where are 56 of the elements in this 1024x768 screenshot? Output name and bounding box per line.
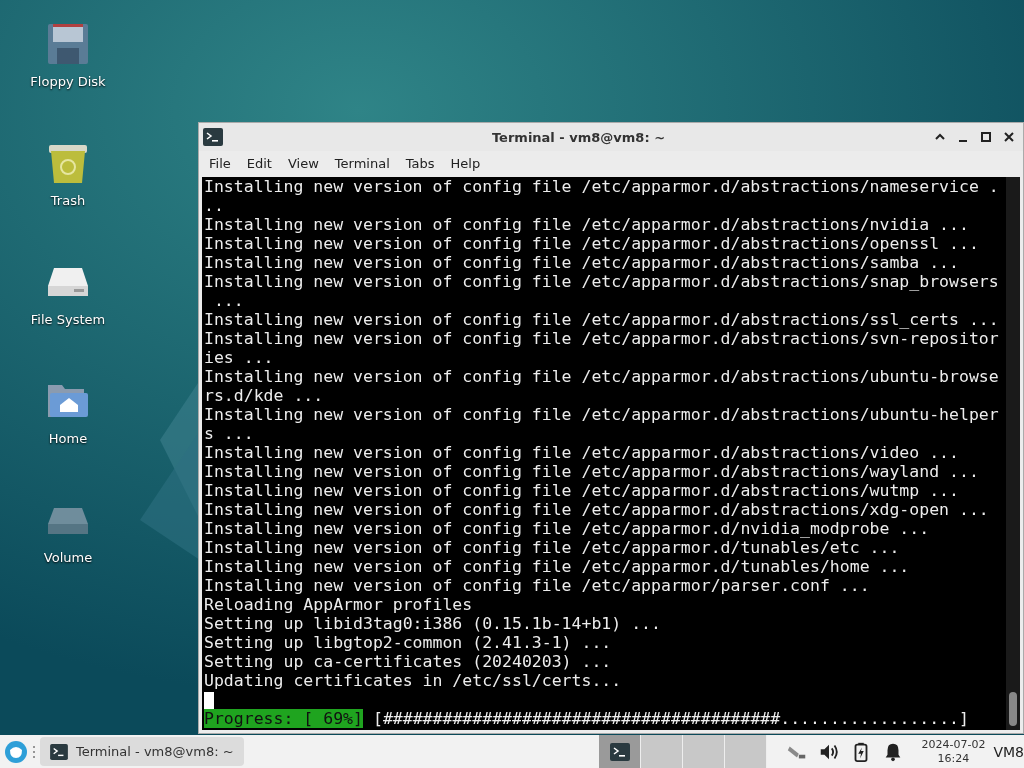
desktop-icon-label[interactable]: Floppy Disk xyxy=(30,74,106,89)
text-cursor xyxy=(204,692,214,709)
menu-item[interactable]: Edit xyxy=(238,155,280,171)
user-name[interactable]: VM8 xyxy=(993,743,1024,760)
window-title: Terminal - vm8@vm8: ~ xyxy=(490,129,667,145)
terminal-line: Installing new version of config file /etc/apparmor.d/nvidia_modprobe ... xyxy=(204,519,931,538)
desktop-icon-label[interactable]: Volume xyxy=(43,550,93,565)
menu-item[interactable]: Terminal xyxy=(326,155,398,171)
terminal-line: Installing new version of config file /etc/apparmor.d/abstractions/svn-repositor xyxy=(204,329,1000,348)
terminal-line: Installing new version of config file /etc/apparmor.d/abstractions/ssl_certs ... xyxy=(204,310,1000,329)
terminal-line: Installing new version of config file /etc/apparmor.d/abstractions/wutmp ... xyxy=(204,481,960,500)
terminal-line: Installing new version of config file /etc/apparmor.d/abstractions/ubuntu-helper xyxy=(204,405,1000,424)
desktop-icon-label[interactable]: Home xyxy=(48,431,88,446)
terminal-line: Installing new version of config file /etc/apparmor/parser.conf ... xyxy=(204,576,871,595)
terminal-line: rs.d/kde ... xyxy=(204,386,325,405)
terminal-icon xyxy=(203,128,223,146)
clock-time[interactable]: 16:24 xyxy=(937,751,970,766)
terminal-line: .. xyxy=(204,196,225,215)
clock-date[interactable]: 2024-07-02 xyxy=(921,737,986,752)
terminal-line: Installing new version of config file /etc/apparmor.d/abstractions/video ... xyxy=(204,443,960,462)
terminal-line: Installing new version of config file /etc/apparmor.d/abstractions/nvidia ... xyxy=(204,215,970,234)
workspace-button[interactable] xyxy=(599,735,642,768)
terminal-line: Installing new version of config file /etc/apparmor.d/abstractions/wayland ... xyxy=(204,462,980,481)
terminal-line: ies ... xyxy=(204,348,275,367)
maximize-button[interactable] xyxy=(980,131,992,143)
terminal-icon xyxy=(610,742,630,761)
terminal-line: Updating certificates in /etc/ssl/certs... xyxy=(204,671,623,690)
menu-item[interactable]: Help xyxy=(442,155,489,171)
terminal-line: Setting up libid3tag0:i386 (0.15.1b-14+b1) ... xyxy=(204,614,662,633)
terminal-line: Installing new version of config file /etc/apparmor.d/abstractions/snap_browsers xyxy=(204,272,1000,291)
terminal-line: Installing new version of config file /etc/apparmor.d/abstractions/samba ... xyxy=(204,253,960,272)
terminal-line: Installing new version of config file /etc/apparmor.d/tunables/etc ... xyxy=(204,538,901,557)
desktop-icon-label[interactable]: File System xyxy=(30,312,106,327)
terminal-line: Setting up libgtop2-common (2.41.3-1) ... xyxy=(204,633,613,652)
app-menu-icon[interactable] xyxy=(4,739,28,764)
close-button[interactable] xyxy=(1003,131,1015,143)
menu-item[interactable]: File xyxy=(201,155,239,171)
scrollbar[interactable] xyxy=(1006,177,1020,730)
taskbar-window-button[interactable]: Terminal - vm8@vm8: ~ xyxy=(40,737,244,766)
terminal-line: Installing new version of config file /etc/apparmor.d/abstractions/ubuntu-browse xyxy=(204,367,1000,386)
drag-handle[interactable] xyxy=(32,744,36,759)
terminal-line: Installing new version of config file /etc/apparmor.d/tunables/home ... xyxy=(204,557,911,576)
terminal-line: Installing new version of config file /etc/apparmor.d/abstractions/openssl ... xyxy=(204,234,980,253)
terminal-line: Installing new version of config file /etc/apparmor.d/abstractions/nameservice . xyxy=(204,177,1000,196)
progress-bar-text: [########################################..................] xyxy=(372,709,969,728)
desktop-icon-label[interactable]: Trash xyxy=(50,193,86,208)
scrollbar-thumb[interactable] xyxy=(1009,692,1017,726)
progress-label: Progress: [ 69%] xyxy=(204,709,363,728)
terminal-icon xyxy=(50,743,68,760)
terminal-line: Installing new version of config file /etc/apparmor.d/abstractions/xdg-open ... xyxy=(204,500,990,519)
menu-item[interactable]: Tabs xyxy=(397,155,443,171)
terminal-line: Setting up ca-certificates (20240203) ... xyxy=(204,652,613,671)
terminal-line: s ... xyxy=(204,424,255,443)
menu-item[interactable]: View xyxy=(279,155,327,171)
terminal-line: Reloading AppArmor profiles xyxy=(204,595,474,614)
terminal-line: ... xyxy=(212,291,245,310)
